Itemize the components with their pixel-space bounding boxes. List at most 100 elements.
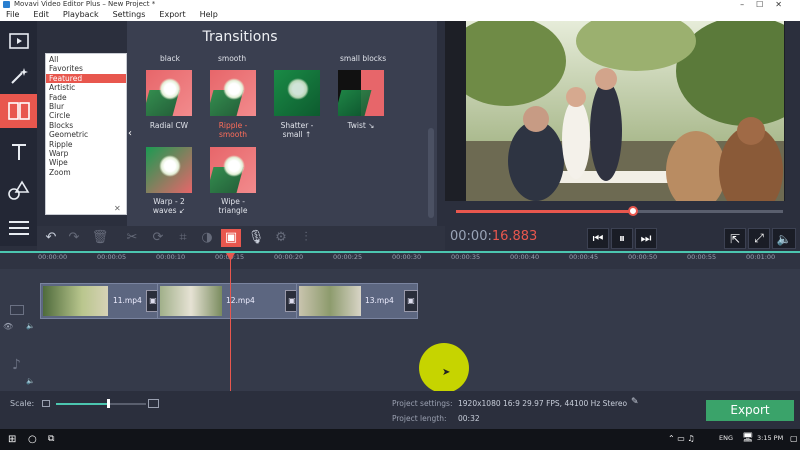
transition-marker-icon[interactable]: ▣ (404, 290, 418, 312)
timeline-clip[interactable]: 11.mp4 ▣ (40, 283, 160, 319)
zoom-in-icon[interactable] (148, 399, 159, 408)
transition-thumbnail[interactable] (146, 70, 192, 116)
category-item[interactable]: Zoom (49, 168, 123, 177)
network-icon[interactable]: 🖥 (742, 433, 753, 443)
transition-thumbnail[interactable] (338, 70, 384, 116)
transition-thumbnail[interactable] (146, 147, 192, 193)
ruler-tick: 00:00:40 (510, 253, 540, 261)
category-item[interactable]: Favorites (49, 64, 123, 73)
rotate-icon[interactable]: ⟳ (148, 229, 168, 247)
menu-export[interactable]: Export (159, 9, 185, 21)
ruler-tick: 00:00:30 (392, 253, 422, 261)
category-item[interactable]: All (49, 55, 123, 64)
menu-settings[interactable]: Settings (113, 9, 146, 21)
music-track-icon: ♪ (12, 357, 21, 373)
ruler-tick: 00:00:45 (569, 253, 599, 261)
tray-icons[interactable]: ⌃ ▭ ♫ (668, 434, 695, 443)
menu-file[interactable]: File (6, 9, 19, 21)
timecode-frac: 16.883 (491, 229, 538, 244)
category-item[interactable]: Blur (49, 102, 123, 111)
transition-label: Twist ↘ (347, 121, 375, 130)
category-item[interactable]: Artistic (49, 83, 123, 92)
category-item[interactable]: Fade (49, 93, 123, 102)
transition-thumbnail[interactable] (210, 70, 256, 116)
windows-start-icon[interactable]: ⊞ (8, 434, 16, 445)
transitions-icon[interactable] (0, 94, 37, 128)
timeline-clip[interactable]: 12.mp4 ▣ (157, 283, 299, 319)
scale-label: Scale: (10, 399, 35, 408)
list-icon[interactable] (0, 211, 37, 245)
scrollbar[interactable] (428, 128, 434, 218)
export-button[interactable]: Export (706, 400, 794, 421)
pause-button[interactable]: ⏸ (611, 228, 633, 249)
split-icon[interactable]: ✂ (122, 229, 142, 247)
undo-icon[interactable]: ↶ (41, 229, 61, 247)
window-controls[interactable]: –☐✕ (740, 0, 794, 9)
ruler-tick: 00:00:10 (156, 253, 186, 261)
category-item[interactable]: Blocks (49, 121, 123, 130)
music-volume-icon[interactable]: 🔈 (26, 377, 35, 385)
video-preview[interactable] (466, 21, 784, 201)
transition-label: Wipe - triangle (218, 197, 248, 215)
seek-bar[interactable] (456, 210, 783, 213)
menu-playback[interactable]: Playback (63, 9, 99, 21)
app-icon (3, 1, 10, 8)
detach-preview-icon[interactable]: ⇱ (724, 228, 746, 249)
search-icon[interactable]: ○ (28, 434, 37, 445)
color-adjust-icon[interactable]: ◑ (197, 229, 217, 247)
transition-thumbnail[interactable] (210, 147, 256, 193)
timeline[interactable] (0, 251, 800, 391)
column-header: small blocks (340, 54, 387, 63)
category-item[interactable]: Ripple (49, 140, 123, 149)
delete-icon[interactable]: 🗑 (90, 229, 110, 247)
volume-icon[interactable]: 🔈 (772, 228, 796, 249)
eye-icon[interactable]: 👁 (3, 322, 13, 331)
timecode-main: 00:00: (450, 229, 492, 244)
bottom-bar (0, 391, 800, 429)
tool-strip (0, 21, 37, 246)
transition-thumbnail[interactable] (274, 70, 320, 116)
language-indicator[interactable]: ENG (719, 434, 733, 442)
category-list[interactable]: All Favorites Featured Artistic Fade Blu… (45, 53, 127, 215)
category-item-selected[interactable]: Featured (46, 73, 126, 84)
notifications-icon[interactable]: ▢ (790, 434, 798, 443)
timeline-clip[interactable]: 13.mp4 ▣ (296, 283, 418, 319)
category-item[interactable]: Geometric (49, 130, 123, 139)
text-icon[interactable] (0, 135, 37, 169)
magic-wand-icon[interactable] (0, 59, 37, 93)
next-frame-button[interactable]: ⏭ (635, 228, 657, 249)
zoom-out-icon[interactable] (42, 400, 50, 407)
seek-handle[interactable] (627, 206, 638, 216)
task-view-icon[interactable]: ⧉ (48, 434, 54, 444)
ruler-tick: 00:00:05 (97, 253, 127, 261)
menu-edit[interactable]: Edit (33, 9, 49, 21)
edit-settings-icon[interactable]: ✎ (631, 397, 639, 407)
track-volume-icon[interactable]: 🔈 (26, 322, 35, 330)
category-item[interactable]: Warp (49, 149, 123, 158)
menu-help[interactable]: Help (200, 9, 218, 21)
category-item[interactable]: Circle (49, 111, 123, 120)
scale-slider-handle[interactable] (107, 399, 110, 408)
shapes-icon[interactable] (0, 173, 37, 207)
ruler-tick: 00:00:55 (687, 253, 717, 261)
ruler-tick: 00:00:00 (38, 253, 68, 261)
clock[interactable]: 3:15 PM (757, 434, 783, 442)
timecode: 00:00:16.883 (450, 229, 537, 244)
microphone-icon[interactable]: 🎙 (246, 229, 266, 247)
transition-label: Shatter - small ↑ (280, 121, 314, 139)
fullscreen-icon[interactable]: ⤢ (748, 228, 770, 249)
ruler-tick: 00:00:25 (333, 253, 363, 261)
settings-icon[interactable]: ⚙ (271, 229, 291, 247)
category-item[interactable]: Wipe (49, 158, 123, 167)
equalizer-icon[interactable]: ⫶ (296, 229, 316, 247)
video-import-icon[interactable] (0, 24, 37, 58)
previous-frame-button[interactable]: ⏮ (587, 228, 609, 249)
image-icon[interactable]: ▣ (221, 229, 241, 247)
title-bar: Movavi Video Editor Plus – New Project *… (0, 0, 800, 9)
chevron-left-icon[interactable]: ‹ (128, 128, 132, 139)
redo-icon[interactable]: ↷ (64, 229, 84, 247)
crop-icon[interactable]: ⌗ (173, 229, 193, 247)
clear-search-icon[interactable]: ✕ (114, 204, 123, 213)
scale-slider[interactable] (56, 403, 146, 405)
playhead[interactable] (230, 253, 231, 391)
